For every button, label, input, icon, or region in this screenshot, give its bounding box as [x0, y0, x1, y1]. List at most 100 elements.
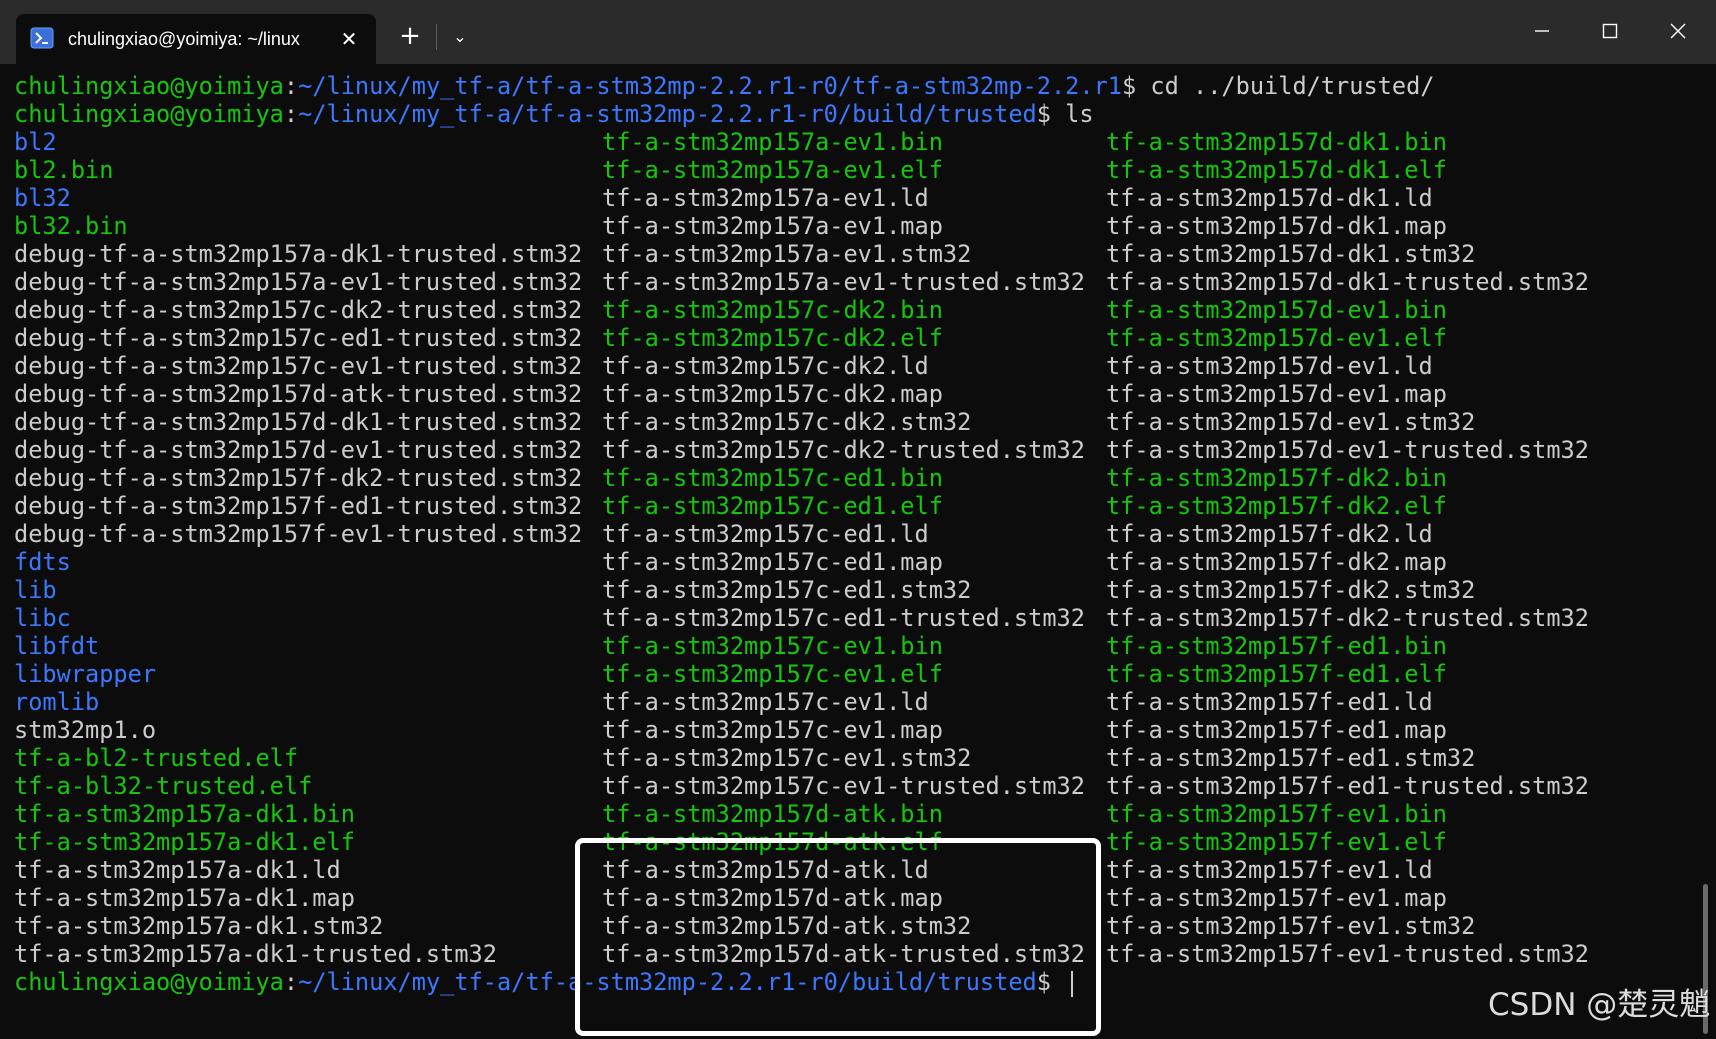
- prompt-path: ~/linux/my_tf-a/tf-a-stm32mp-2.2.r1-r0/t…: [298, 72, 1122, 100]
- file-entry: tf-a-stm32mp157a-ev1-trusted.stm32: [602, 268, 1085, 296]
- file-entry: tf-a-stm32mp157d-ev1.elf: [1106, 324, 1447, 352]
- file-entry: bl32.bin: [14, 212, 128, 240]
- file-entry: tf-a-stm32mp157f-ed1.ld: [1106, 688, 1433, 716]
- prompt-command: $ cd ../build/trusted/: [1121, 72, 1435, 100]
- file-entry: tf-a-stm32mp157f-ev1.elf: [1106, 828, 1447, 856]
- file-entry: tf-a-stm32mp157a-ev1.map: [602, 212, 943, 240]
- file-entry: tf-a-stm32mp157f-dk2.stm32: [1106, 576, 1476, 604]
- file-entry: tf-a-stm32mp157f-ed1.elf: [1106, 660, 1447, 688]
- file-entry: tf-a-stm32mp157d-dk1-trusted.stm32: [1106, 268, 1589, 296]
- prompt-separator: :: [283, 968, 299, 996]
- file-entry: tf-a-stm32mp157f-ed1.map: [1106, 716, 1447, 744]
- directory-entry: libfdt: [14, 632, 100, 660]
- file-entry: tf-a-stm32mp157d-atk.bin: [602, 800, 943, 828]
- file-entry: tf-a-stm32mp157f-dk2-trusted.stm32: [1106, 604, 1589, 632]
- file-entry: tf-a-stm32mp157a-ev1.ld: [602, 184, 929, 212]
- file-entry: tf-a-bl2-trusted.elf: [14, 744, 299, 772]
- file-entry: tf-a-stm32mp157c-dk2.elf: [602, 324, 943, 352]
- watermark: CSDN @楚灵魈: [1488, 987, 1710, 1023]
- file-entry: debug-tf-a-stm32mp157f-ed1-trusted.stm32: [14, 492, 583, 520]
- file-entry: bl2.bin: [14, 156, 114, 184]
- file-entry: stm32mp1.o: [14, 716, 157, 744]
- file-entry: tf-a-stm32mp157c-ed1.elf: [602, 492, 943, 520]
- file-entry: debug-tf-a-stm32mp157d-atk-trusted.stm32: [14, 380, 583, 408]
- highlight-box-atk-files: [575, 838, 1101, 1036]
- file-entry: tf-a-stm32mp157c-ev1.map: [602, 716, 943, 744]
- file-entry: tf-a-stm32mp157d-dk1.ld: [1106, 184, 1433, 212]
- file-entry: tf-a-stm32mp157f-dk2.elf: [1106, 492, 1447, 520]
- file-entry: debug-tf-a-stm32mp157a-dk1-trusted.stm32: [14, 240, 583, 268]
- prompt-line-2: chulingxiao@yoimiya:~/linux/my_tf-a/tf-a…: [14, 100, 1094, 128]
- prompt-user: chulingxiao@yoimiya: [14, 72, 284, 100]
- file-entry: tf-a-stm32mp157c-ev1.bin: [602, 632, 943, 660]
- file-entry: tf-a-stm32mp157a-dk1.map: [14, 884, 355, 912]
- file-entry: tf-a-stm32mp157f-ed1.bin: [1106, 632, 1447, 660]
- file-entry: tf-a-stm32mp157c-ev1.elf: [602, 660, 943, 688]
- file-entry: tf-a-stm32mp157c-dk2.map: [602, 380, 943, 408]
- file-entry: tf-a-stm32mp157f-ed1.stm32: [1106, 744, 1476, 772]
- file-entry: tf-a-stm32mp157f-dk2.ld: [1106, 520, 1433, 548]
- file-entry: tf-a-stm32mp157a-dk1-trusted.stm32: [14, 940, 497, 968]
- file-entry: tf-a-stm32mp157d-ev1.stm32: [1106, 408, 1476, 436]
- file-entry: tf-a-stm32mp157d-dk1.bin: [1106, 128, 1447, 156]
- minimize-button[interactable]: [1520, 12, 1564, 52]
- file-entry: tf-a-stm32mp157c-ed1.ld: [602, 520, 929, 548]
- titlebar-divider: [436, 24, 437, 50]
- file-entry: tf-a-stm32mp157f-ev1.bin: [1106, 800, 1447, 828]
- prompt-separator: :: [283, 72, 299, 100]
- title-bar: chulingxiao@yoimiya: ~/linux ✕ + ⌄: [0, 0, 1716, 64]
- file-entry: tf-a-stm32mp157f-ed1-trusted.stm32: [1106, 772, 1589, 800]
- file-entry: tf-a-stm32mp157a-ev1.stm32: [602, 240, 972, 268]
- file-entry: debug-tf-a-stm32mp157c-dk2-trusted.stm32: [14, 296, 583, 324]
- terminal-output[interactable]: chulingxiao@yoimiya:~/linux/my_tf-a/tf-a…: [0, 64, 1716, 1039]
- file-entry: debug-tf-a-stm32mp157f-ev1-trusted.stm32: [14, 520, 583, 548]
- file-entry: tf-a-stm32mp157d-dk1.stm32: [1106, 240, 1476, 268]
- close-window-button[interactable]: [1656, 12, 1700, 52]
- file-entry: tf-a-stm32mp157c-ev1.stm32: [602, 744, 972, 772]
- maximize-button[interactable]: [1588, 12, 1632, 52]
- file-entry: debug-tf-a-stm32mp157f-dk2-trusted.stm32: [14, 464, 583, 492]
- file-entry: tf-a-stm32mp157a-dk1.bin: [14, 800, 355, 828]
- chevron-down-icon[interactable]: ⌄: [444, 22, 476, 52]
- prompt-user: chulingxiao@yoimiya: [14, 968, 284, 996]
- directory-entry: fdts: [14, 548, 71, 576]
- directory-entry: romlib: [14, 688, 100, 716]
- file-entry: tf-a-stm32mp157c-ev1.ld: [602, 688, 929, 716]
- terminal-window: chulingxiao@yoimiya: ~/linux ✕ + ⌄ chuli…: [0, 0, 1716, 1039]
- file-entry: tf-a-stm32mp157c-ed1-trusted.stm32: [602, 604, 1085, 632]
- file-entry: tf-a-stm32mp157d-dk1.elf: [1106, 156, 1447, 184]
- file-entry: debug-tf-a-stm32mp157a-ev1-trusted.stm32: [14, 268, 583, 296]
- file-entry: tf-a-stm32mp157c-dk2.bin: [602, 296, 943, 324]
- file-entry: debug-tf-a-stm32mp157c-ed1-trusted.stm32: [14, 324, 583, 352]
- directory-entry: bl32: [14, 184, 71, 212]
- close-icon: [1670, 23, 1686, 39]
- file-entry: tf-a-stm32mp157a-dk1.ld: [14, 856, 341, 884]
- file-entry: tf-a-stm32mp157f-ev1.stm32: [1106, 912, 1476, 940]
- close-tab-icon[interactable]: ✕: [336, 26, 362, 52]
- file-entry: debug-tf-a-stm32mp157c-ev1-trusted.stm32: [14, 352, 583, 380]
- file-entry: tf-a-bl32-trusted.elf: [14, 772, 313, 800]
- prompt-command: $ ls: [1036, 100, 1094, 128]
- file-entry: tf-a-stm32mp157f-dk2.map: [1106, 548, 1447, 576]
- file-entry: debug-tf-a-stm32mp157d-ev1-trusted.stm32: [14, 436, 583, 464]
- directory-entry: lib: [14, 576, 57, 604]
- directory-entry: bl2: [14, 128, 57, 156]
- file-entry: debug-tf-a-stm32mp157d-dk1-trusted.stm32: [14, 408, 583, 436]
- file-entry: tf-a-stm32mp157f-dk2.bin: [1106, 464, 1447, 492]
- file-entry: tf-a-stm32mp157a-dk1.elf: [14, 828, 355, 856]
- file-entry: tf-a-stm32mp157a-ev1.bin: [602, 128, 943, 156]
- maximize-icon: [1602, 23, 1618, 39]
- tab-active[interactable]: chulingxiao@yoimiya: ~/linux ✕: [16, 14, 376, 64]
- file-entry: tf-a-stm32mp157c-dk2.stm32: [602, 408, 972, 436]
- file-entry: tf-a-stm32mp157d-ev1-trusted.stm32: [1106, 436, 1589, 464]
- tab-title: chulingxiao@yoimiya: ~/linux: [68, 29, 300, 49]
- prompt-line-1: chulingxiao@yoimiya:~/linux/my_tf-a/tf-a…: [14, 72, 1435, 100]
- file-entry: tf-a-stm32mp157d-ev1.ld: [1106, 352, 1433, 380]
- directory-entry: libwrapper: [14, 660, 157, 688]
- minimize-icon: [1535, 30, 1549, 32]
- file-entry: tf-a-stm32mp157f-ev1-trusted.stm32: [1106, 940, 1589, 968]
- file-entry: tf-a-stm32mp157c-ev1-trusted.stm32: [602, 772, 1085, 800]
- new-tab-button[interactable]: +: [394, 20, 426, 52]
- file-entry: tf-a-stm32mp157c-ed1.bin: [602, 464, 943, 492]
- file-entry: tf-a-stm32mp157c-ed1.map: [602, 548, 943, 576]
